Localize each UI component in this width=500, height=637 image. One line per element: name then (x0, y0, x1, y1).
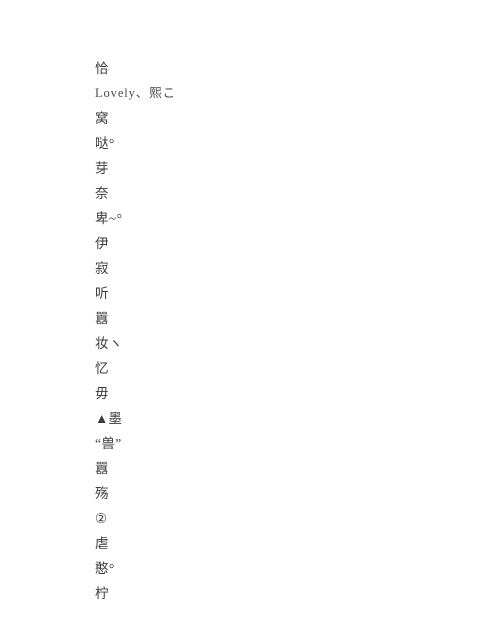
text-line: 忆 (95, 361, 109, 376)
text-line: 卑~° (95, 211, 123, 226)
document-page: 恰 Lovely、熙こ 窝 哒° 芽 奈 卑~° 伊 寂 听 囂 妆ヽ 忆 毋 … (0, 0, 500, 637)
text-line: 听 (95, 286, 109, 301)
text-line: Lovely、熙こ (95, 86, 177, 100)
text-line: 妆ヽ (95, 336, 123, 351)
text-line: ② (95, 511, 108, 526)
text-line: 柠 (95, 586, 109, 601)
text-line: 伊 (95, 236, 109, 251)
text-line: 殇 (95, 486, 109, 501)
text-line: 芽 (95, 161, 109, 176)
text-line: 囂 (95, 311, 109, 326)
text-line: 窝 (95, 111, 109, 126)
text-line: “兽” (95, 436, 122, 451)
text-line: 囂 (95, 461, 109, 476)
text-line: 虐 (95, 536, 109, 551)
text-line: 哒° (95, 136, 115, 151)
text-line: 奈 (95, 186, 109, 201)
text-line: 憨° (95, 561, 115, 576)
text-line-with-triangle-marker: ▲墨 (95, 411, 122, 426)
text-line: 毋 (95, 386, 109, 401)
document-text-body: 恰 Lovely、熙こ 窝 哒° 芽 奈 卑~° 伊 寂 听 囂 妆ヽ 忆 毋 … (95, 56, 425, 606)
text-line: 寂 (95, 261, 109, 276)
text-line: 恰 (95, 61, 109, 76)
